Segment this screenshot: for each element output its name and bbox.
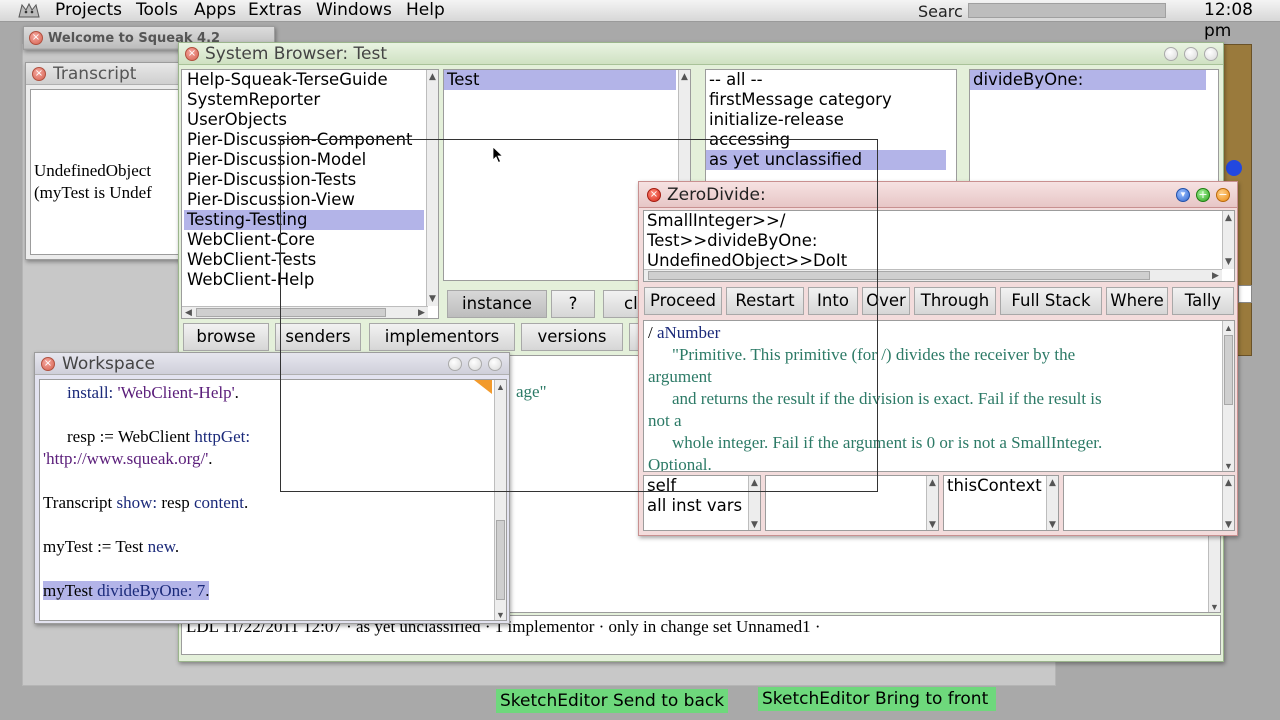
list-item[interactable]: -- all -- [706,70,956,90]
window-title: System Browser: Test [205,44,387,64]
selected-code-line: myTest divideByOne: 7. [43,581,210,600]
context-value-pane[interactable]: ▲ ▼ [1063,475,1235,531]
scroll-up-icon[interactable]: ▲ [679,72,690,82]
flap-tab[interactable] [1238,285,1252,303]
transcript-text[interactable]: UndefinedObject (myTest is Undef [30,89,192,255]
menu-extras[interactable]: Extras [248,0,302,21]
search-input[interactable] [968,3,1166,18]
mouse-pointer-icon [492,146,504,164]
squeak-logo-icon[interactable] [16,1,42,20]
transcript-line: UndefinedObject [34,161,152,180]
blue-dot-icon [1226,160,1242,176]
context-fields-list[interactable]: thisContext ▲ ▼ [943,475,1059,531]
vertical-scrollbar[interactable]: ▲ ▼ [1222,476,1234,530]
scroll-up-icon[interactable]: ▲ [1047,478,1058,488]
code-line: 'http://www.squeak.org/'. [43,449,213,468]
window-menu-icon[interactable]: ▾ [1176,188,1190,202]
scroll-up-icon[interactable]: ▲ [1223,213,1234,223]
scroll-thumb[interactable] [1224,335,1233,405]
scroll-down-icon[interactable]: ▼ [1223,257,1234,267]
vertical-scrollbar[interactable]: ▲ ▼ [926,476,938,530]
vertical-scrollbar[interactable]: ▲ ▼ [1046,476,1058,530]
scroll-left-icon[interactable]: ◀ [183,308,194,318]
transcript-window[interactable]: × Transcript UndefinedObject (myTest is … [25,62,195,260]
collapse-icon[interactable]: − [1216,188,1230,202]
full-stack-button[interactable]: Full Stack [1000,287,1102,315]
sketch-selection-rectangle[interactable] [280,139,878,492]
expand-icon[interactable] [1184,47,1198,61]
scroll-thumb[interactable] [496,520,505,600]
close-icon[interactable]: × [41,357,55,371]
browse-button[interactable]: browse [183,323,269,351]
scroll-up-icon[interactable]: ▲ [1223,323,1234,333]
window-title: Transcript [53,64,137,84]
close-icon[interactable]: × [185,47,199,61]
close-icon[interactable]: × [29,31,43,45]
list-item[interactable]: firstMessage category [706,90,956,110]
scroll-up-icon[interactable]: ▲ [1223,478,1234,488]
code-line: myTest := Test new. [43,537,180,556]
menu-help[interactable]: Help [406,0,445,21]
scroll-down-icon[interactable]: ▼ [927,520,938,530]
menu-projects[interactable]: Projects [55,0,122,21]
scroll-down-icon[interactable]: ▼ [1209,602,1220,612]
search-label: Searc [918,3,963,21]
expand-icon[interactable]: + [1196,188,1210,202]
list-item-selected[interactable]: divideByOne: [970,70,1206,90]
through-button[interactable]: Through [914,287,996,315]
sketch-send-to-back-button[interactable]: SketchEditor Send to back [496,689,728,713]
scroll-down-icon[interactable]: ▼ [1047,520,1058,530]
window-menu-icon[interactable] [1164,47,1178,61]
list-item[interactable]: Help-Squeak-TerseGuide [184,70,424,90]
scroll-down-icon[interactable]: ▼ [1223,461,1234,471]
list-item[interactable]: all inst vars [644,496,760,516]
scroll-down-icon[interactable]: ▼ [495,610,506,620]
list-item[interactable]: thisContext [944,476,1058,496]
menu-bar: Projects Tools Apps Extras Windows Help … [0,0,1280,41]
close-icon[interactable]: × [32,67,46,81]
scroll-right-icon[interactable]: ▶ [1210,271,1221,281]
scroll-down-icon[interactable]: ▼ [1223,520,1234,530]
code-line: install: 'WebClient-Help'. [67,383,239,402]
list-item-selected[interactable]: Test [444,70,676,90]
collapse-icon[interactable] [1204,47,1218,61]
tally-button[interactable]: Tally [1172,287,1234,315]
menu-windows[interactable]: Windows [316,0,392,21]
list-item[interactable]: UserObjects [184,110,424,130]
menu-apps[interactable]: Apps [194,0,236,21]
menu-tools[interactable]: Tools [136,0,178,21]
code-line: resp := WebClient httpGet: [67,427,251,446]
scroll-up-icon[interactable]: ▲ [427,72,438,82]
scroll-down-icon[interactable]: ▼ [749,520,760,530]
transcript-line: (myTest is Undef [34,183,152,202]
window-title: Workspace [62,354,155,374]
list-item[interactable]: SystemReporter [184,90,424,110]
transcript-titlebar[interactable]: × Transcript [26,63,194,85]
code-line: Transcript show: resp content. [43,493,249,512]
scroll-up-icon[interactable]: ▲ [927,478,938,488]
list-item[interactable]: initialize-release [706,110,956,130]
clock: 12:08 pm [1204,0,1253,41]
vertical-scrollbar[interactable]: ▲ ▼ [1222,211,1234,269]
vertical-scrollbar[interactable]: ▲ ▼ [1222,321,1234,471]
browser-titlebar[interactable]: × System Browser: Test [179,43,1223,65]
sketch-bring-to-front-button[interactable]: SketchEditor Bring to front [758,687,996,711]
where-button[interactable]: Where [1106,287,1168,315]
